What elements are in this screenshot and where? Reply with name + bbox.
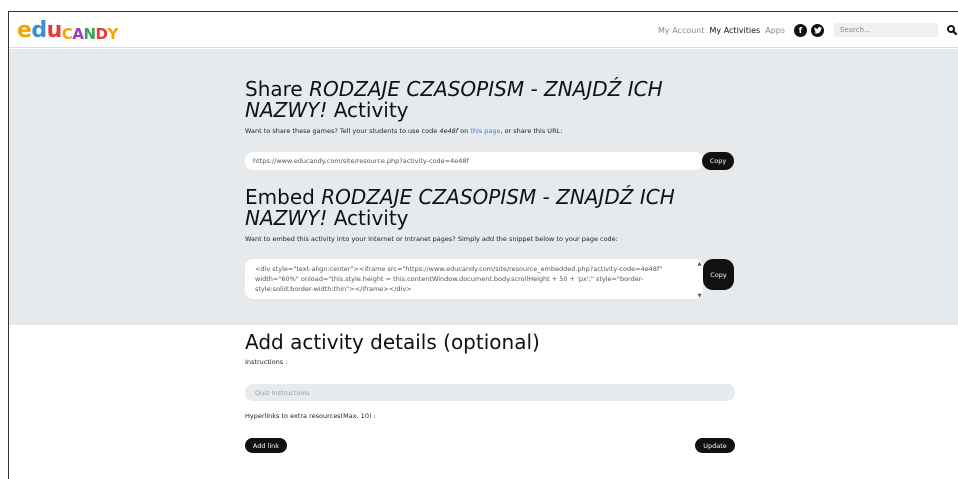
logo-letter: d [31,18,47,43]
top-bar: eduCANDY My Account My Activities Apps f… [9,12,958,48]
search-icon[interactable] [946,24,958,36]
logo-letter: Y [107,25,118,43]
top-nav: My Account My Activities Apps f Search..… [658,12,958,48]
logo-letter: D [95,25,108,43]
app-frame: eduCANDY My Account My Activities Apps f… [8,11,958,479]
logo-letter: C [61,25,73,43]
nav-my-account[interactable]: My Account [658,26,704,35]
update-button[interactable]: Update [695,438,735,453]
embed-block: Embed RODZAJE CZASOPISM - ZNAJDŹ ICH NAZ… [245,185,735,244]
this-page-link[interactable]: this page [470,127,500,135]
share-url-field[interactable]: https://www.educandy.com/site/resource.p… [245,152,703,170]
search-input[interactable]: Search... [834,23,938,37]
logo-letter: N [83,25,96,43]
nav-my-activities[interactable]: My Activities [710,26,761,35]
details-title: Add activity details (optional) [245,330,540,354]
embed-description: Want to embed this activity into your In… [245,235,618,243]
share-description: Want to share these games? Tell your stu… [245,127,563,135]
scroll-up-icon[interactable]: ▲ [697,261,702,267]
twitter-icon[interactable] [811,23,824,37]
scroll-down-icon[interactable]: ▼ [697,293,702,299]
educandy-logo[interactable]: eduCANDY [17,16,118,42]
share-block: Share RODZAJE CZASOPISM - ZNAJDŹ ICH NAZ… [245,77,735,136]
hyperlinks-label: Hyperlinks to extra resources(Max. 10) : [245,412,376,420]
logo-letter: u [46,18,63,43]
share-embed-section: Share RODZAJE CZASOPISM - ZNAJDŹ ICH NAZ… [9,49,958,325]
snippet-scrollbar[interactable]: ▲ ▼ [697,261,702,299]
nav-apps[interactable]: Apps [765,26,785,35]
facebook-icon[interactable]: f [794,23,807,37]
add-link-button[interactable]: Add link [245,438,287,453]
instructions-input[interactable]: Quiz Instructions [245,384,735,401]
instructions-label: Instructions : [245,358,288,366]
share-title: Share RODZAJE CZASOPISM - ZNAJDŹ ICH NAZ… [245,77,663,122]
copy-url-button[interactable]: Copy [702,152,734,170]
copy-snippet-button[interactable]: Copy [703,259,734,290]
embed-snippet-text: <div style="text-align:center"><iframe s… [255,265,663,293]
embed-title: Embed RODZAJE CZASOPISM - ZNAJDŹ ICH NAZ… [245,185,675,230]
details-block: Add activity details (optional) Instruct… [245,330,735,366]
logo-letter: e [17,18,32,43]
logo-letter: A [72,25,84,43]
embed-snippet-textarea[interactable]: <div style="text-align:center"><iframe s… [245,259,703,299]
